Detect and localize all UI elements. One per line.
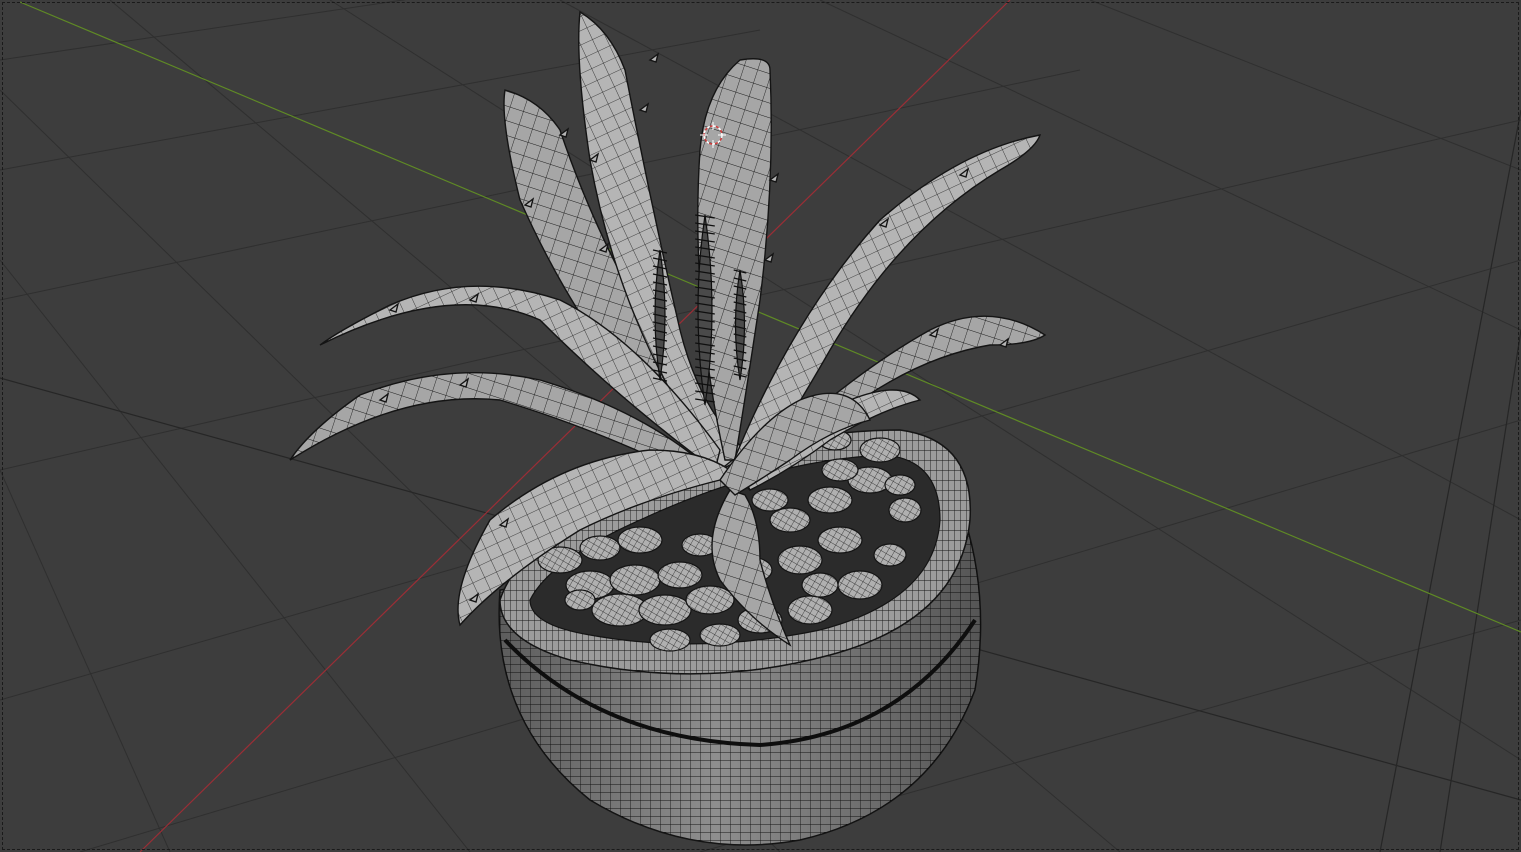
pebble bbox=[777, 545, 823, 575]
leaf-tooth bbox=[763, 252, 775, 263]
pebble bbox=[787, 595, 833, 625]
pebble bbox=[859, 437, 901, 463]
pebble bbox=[801, 572, 839, 598]
pebble bbox=[617, 526, 663, 554]
leaf-tooth bbox=[648, 52, 660, 63]
pebble bbox=[564, 589, 596, 611]
pebble bbox=[609, 564, 661, 596]
pebble bbox=[657, 561, 703, 589]
pebble bbox=[685, 585, 735, 615]
pebble bbox=[837, 570, 883, 600]
pebble bbox=[817, 526, 863, 554]
leaf-tooth bbox=[638, 102, 650, 113]
pebble bbox=[649, 628, 691, 652]
pebble bbox=[873, 543, 907, 567]
leaf-tooth bbox=[768, 172, 780, 183]
pebble bbox=[888, 497, 922, 523]
pebble bbox=[884, 474, 916, 496]
pebble bbox=[807, 486, 853, 514]
pebble bbox=[638, 594, 692, 626]
pebble bbox=[821, 458, 859, 482]
pebble bbox=[699, 623, 741, 647]
pebble bbox=[751, 488, 789, 512]
pebble bbox=[579, 535, 621, 561]
pebble bbox=[769, 507, 811, 533]
viewport-canvas[interactable] bbox=[0, 0, 1521, 852]
3d-viewport[interactable] bbox=[0, 0, 1521, 852]
